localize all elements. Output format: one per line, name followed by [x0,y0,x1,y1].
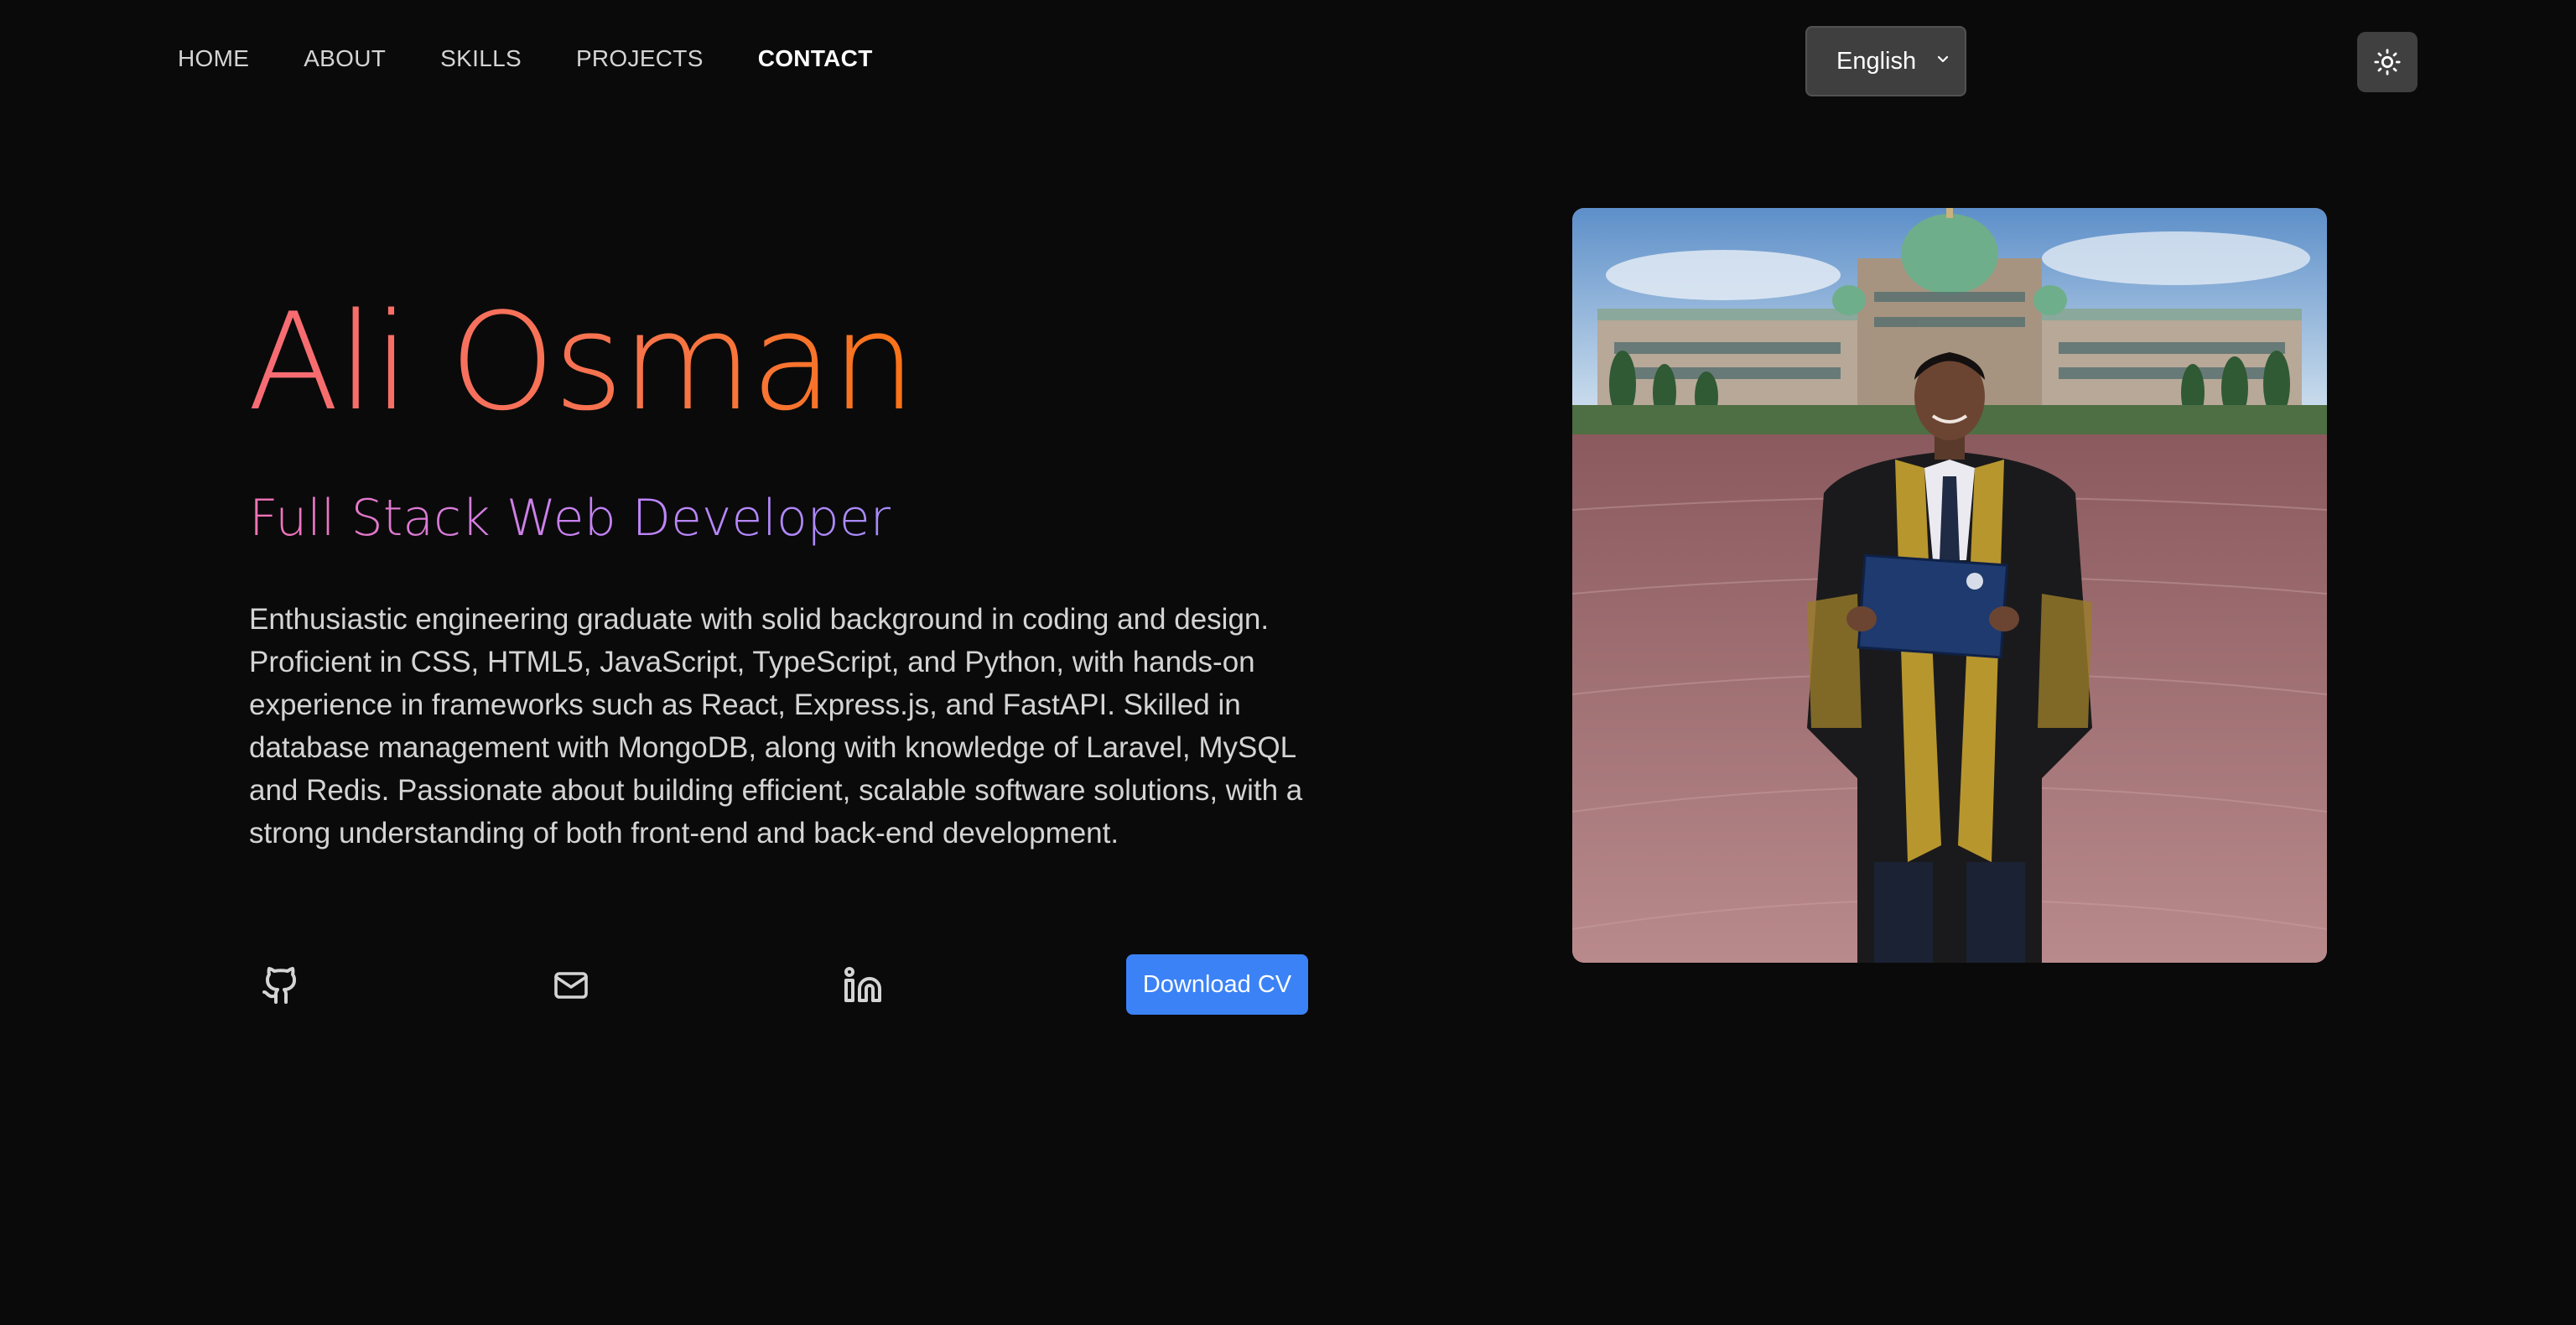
hero-name: Ali Osman [247,283,917,440]
download-cv-button[interactable]: Download CV [1126,954,1308,1015]
linkedin-icon[interactable] [843,965,883,1005]
hero-bio: Enthusiastic engineering graduate with s… [249,603,1303,850]
nav-links: HOME ABOUT SKILLS PROJECTS CONTACT [178,45,873,72]
nav-link-about[interactable]: ABOUT [304,45,386,72]
nav-link-contact[interactable]: CONTACT [758,45,873,72]
nav-link-skills[interactable]: SKILLS [440,45,522,72]
language-select-value: English [1836,47,1917,75]
profile-photo-graphic [1572,208,2327,963]
github-icon[interactable] [261,965,301,1005]
nav-link-home[interactable]: HOME [178,45,249,72]
nav-link-projects[interactable]: PROJECTS [576,45,704,72]
theme-toggle-button[interactable] [2357,32,2418,92]
sun-icon [2374,49,2401,75]
top-navigation: HOME ABOUT SKILLS PROJECTS CONTACT Engli… [0,0,2576,126]
language-select[interactable]: English [1805,26,1966,96]
profile-photo [1572,208,2327,963]
mail-icon[interactable] [551,965,591,1005]
chevron-down-icon [1937,55,1949,63]
hero-role: Full Stack Web Developer [249,489,891,548]
page: HOME ABOUT SKILLS PROJECTS CONTACT Engli… [0,0,2576,1325]
